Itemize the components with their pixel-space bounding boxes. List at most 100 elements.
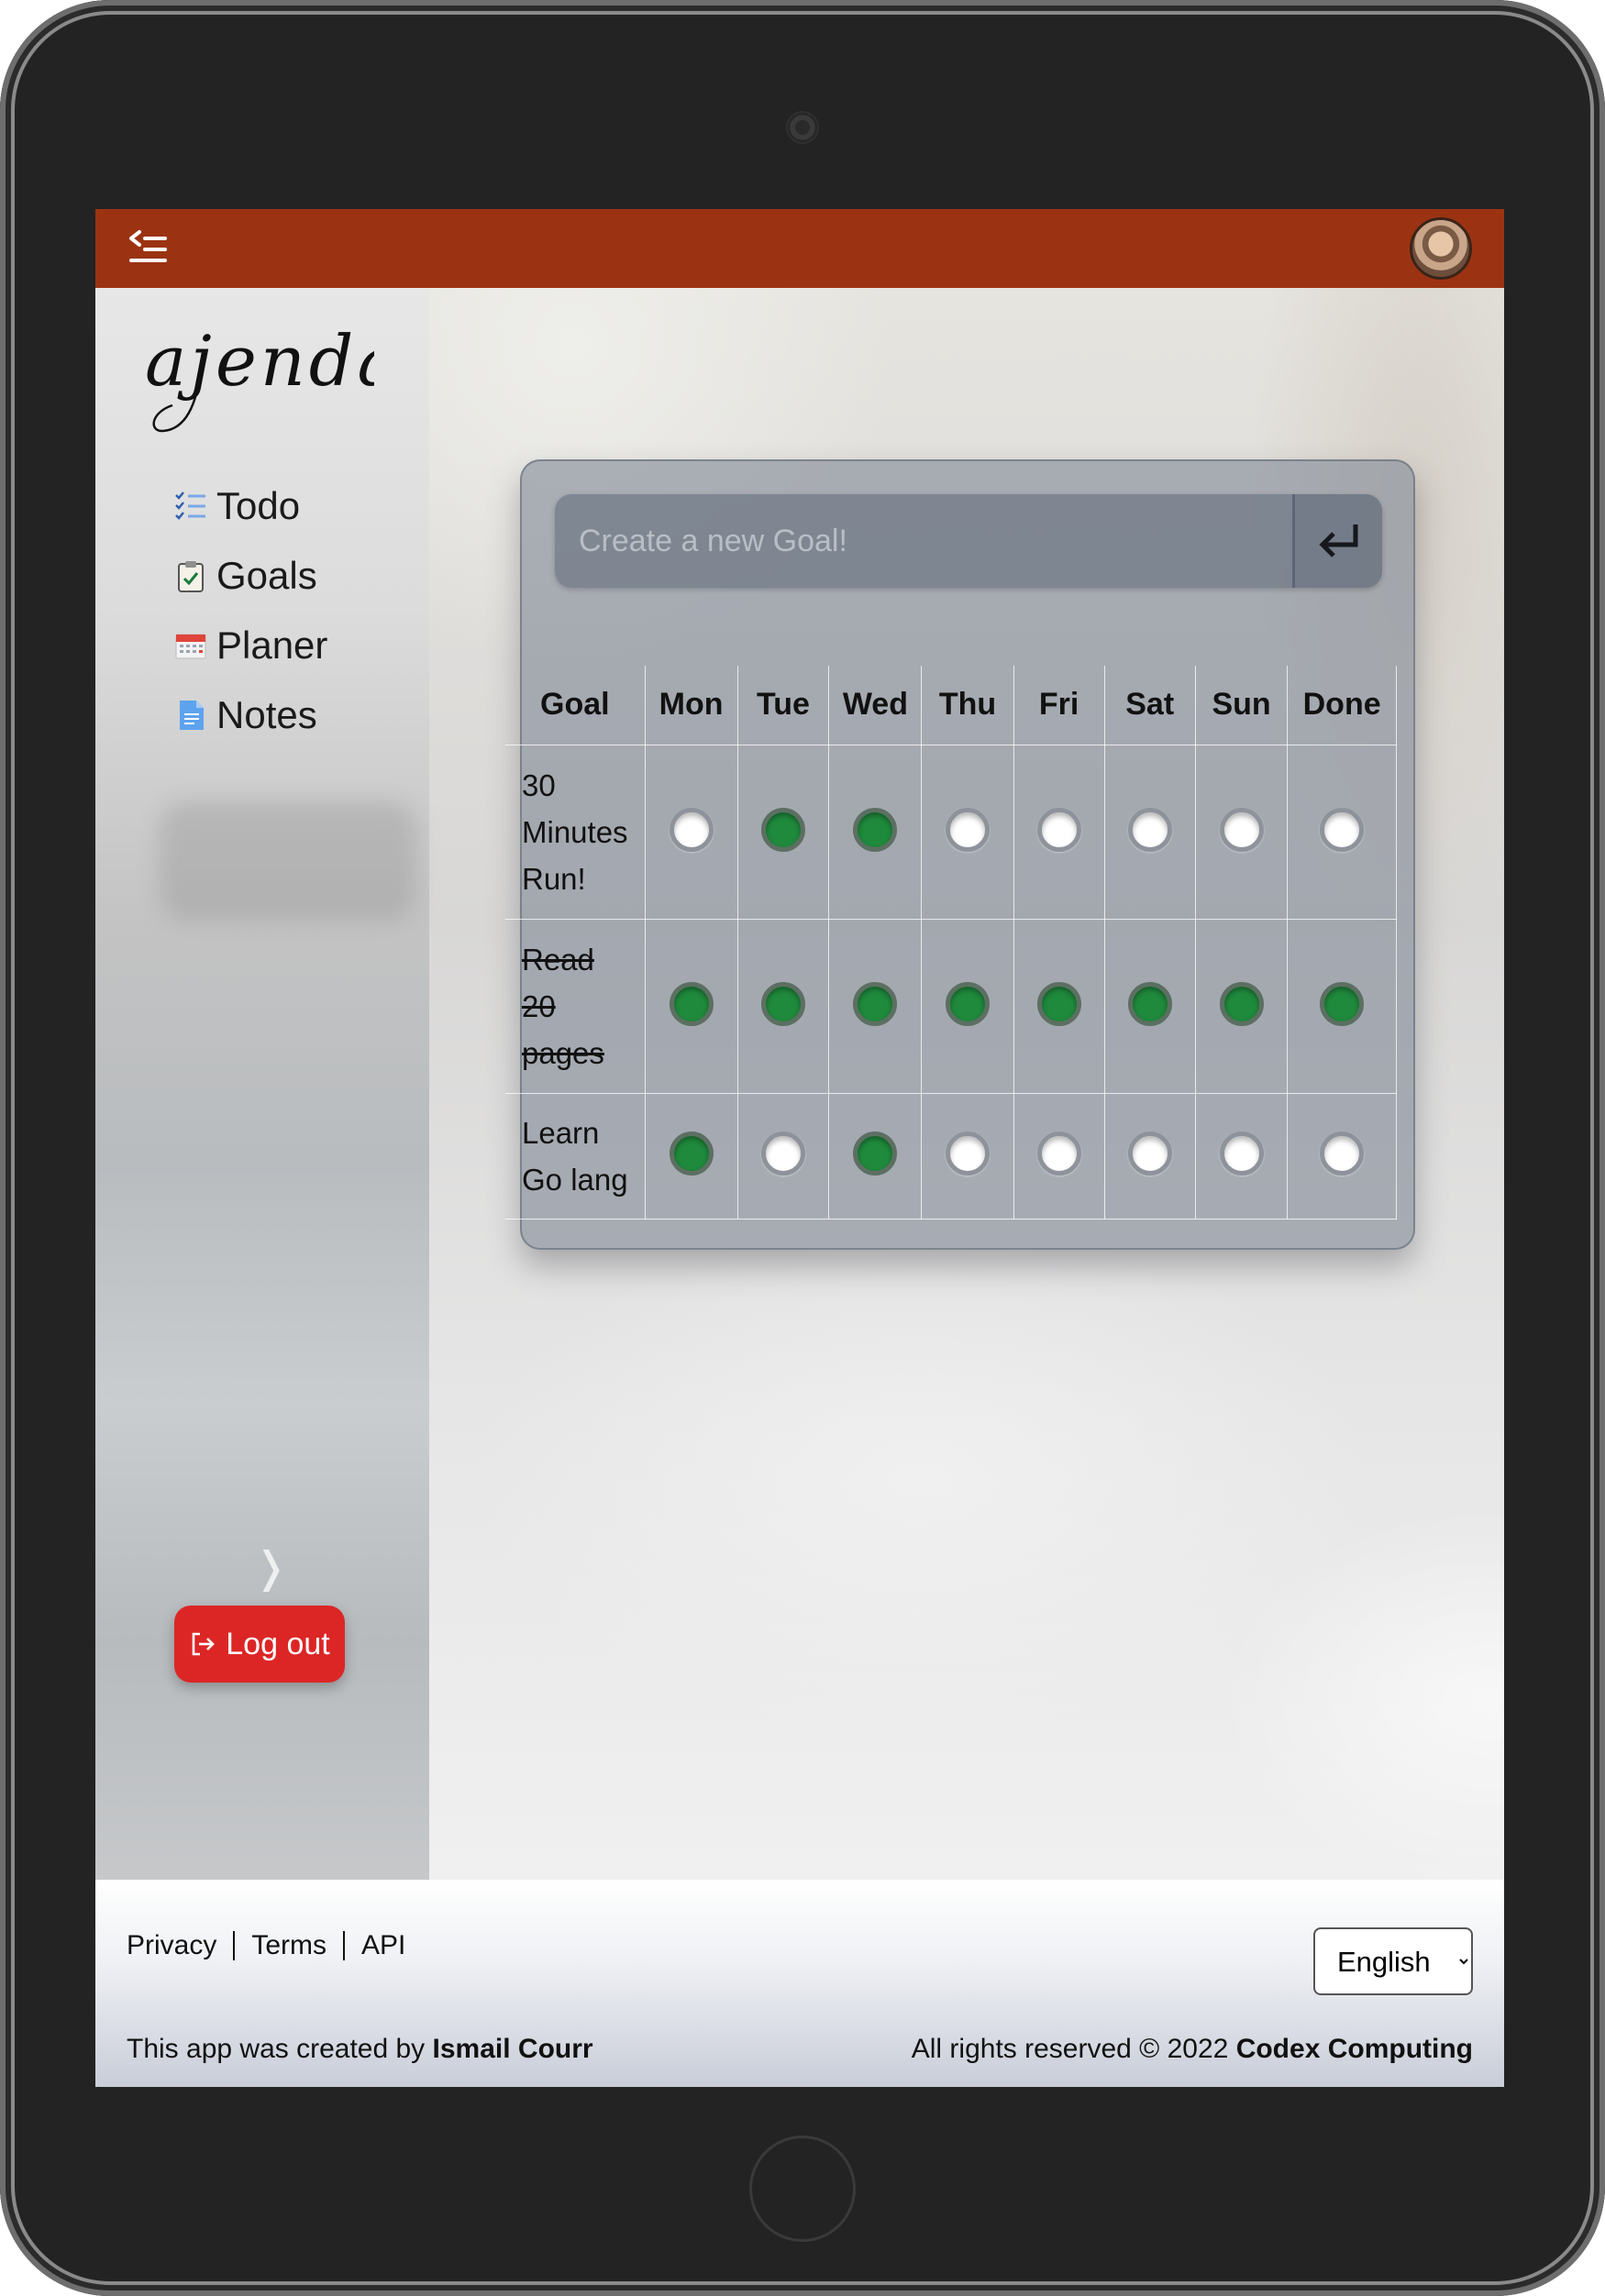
new-goal-form: [555, 494, 1382, 588]
goal-name: Learn Go lang: [505, 1092, 646, 1220]
screen: ajenda: [95, 209, 1504, 2087]
day-cell: [736, 918, 830, 1094]
goal-name-line: Minutes: [522, 814, 628, 849]
day-checkbox[interactable]: [760, 981, 805, 1026]
calendar-icon: [174, 629, 207, 662]
checklist-icon: [174, 490, 207, 523]
footer: Privacy Terms API English This app was c…: [95, 1880, 1504, 2087]
clipboard-check-icon: [174, 559, 207, 592]
home-button[interactable]: [749, 2136, 856, 2242]
column-header: Fri: [1013, 666, 1105, 745]
day-checkbox[interactable]: [669, 1131, 714, 1176]
day-cell: [1013, 918, 1105, 1094]
submit-goal-button[interactable]: [1292, 494, 1382, 588]
credit-author: Ismail Courr: [432, 2034, 593, 2064]
goal-name-line: Run!: [522, 861, 586, 896]
day-checkbox[interactable]: [669, 981, 714, 1026]
day-checkbox[interactable]: [1127, 1131, 1172, 1176]
top-bar: [95, 209, 1504, 288]
day-checkbox[interactable]: [1219, 981, 1264, 1026]
column-header: Wed: [828, 666, 923, 745]
day-checkbox[interactable]: [946, 1131, 991, 1176]
day-cell: [1103, 1092, 1196, 1220]
done-checkbox[interactable]: [1320, 1131, 1365, 1176]
day-cell: [736, 744, 830, 920]
done-cell: [1287, 1092, 1397, 1220]
day-cell: [644, 918, 738, 1094]
day-checkbox[interactable]: [1127, 981, 1172, 1026]
done-cell: [1287, 744, 1397, 920]
day-checkbox[interactable]: [853, 1131, 898, 1176]
done-checkbox[interactable]: [1320, 981, 1365, 1026]
day-checkbox[interactable]: [1219, 807, 1264, 852]
goals-card: Goal Mon Tue Wed Thu Fri Sat Sun Done 30…: [505, 459, 1415, 1250]
user-avatar[interactable]: [1410, 217, 1472, 280]
day-checkbox[interactable]: [946, 807, 991, 852]
tablet-frame: ajenda: [0, 0, 1605, 2296]
day-cell: [1194, 918, 1289, 1094]
goal-name-line: Learn: [522, 1115, 600, 1150]
day-checkbox[interactable]: [1127, 807, 1172, 852]
credit-prefix: This app was created by: [127, 2034, 433, 2064]
sidebar-item-planer[interactable]: Planer: [174, 611, 327, 680]
day-checkbox[interactable]: [853, 981, 898, 1026]
table-row: Read 20 pages: [505, 918, 1397, 1094]
sidebar-item-goals[interactable]: Goals: [174, 541, 327, 611]
column-header: Sun: [1194, 666, 1289, 745]
day-checkbox[interactable]: [760, 807, 805, 852]
sidebar-item-label: Notes: [216, 693, 317, 736]
done-checkbox[interactable]: [1320, 807, 1365, 852]
privacy-link[interactable]: Privacy: [127, 1931, 233, 1960]
table-row: 30 Minutes Run!: [505, 744, 1397, 920]
day-cell: [828, 918, 923, 1094]
enter-return-icon: [1318, 524, 1357, 557]
goal-name-line: Go lang: [522, 1162, 628, 1197]
language-select[interactable]: English: [1313, 1927, 1473, 1995]
day-cell: [1194, 1092, 1289, 1220]
menu-collapse-icon[interactable]: [127, 227, 171, 270]
logout-icon: [192, 1632, 216, 1656]
sidebar-item-notes[interactable]: Notes: [174, 680, 327, 750]
main-content: ajenda: [95, 288, 1504, 1880]
app-logo: ajenda: [136, 320, 399, 449]
footer-links: Privacy Terms API: [127, 1931, 422, 1960]
day-checkbox[interactable]: [1036, 1131, 1081, 1176]
day-checkbox[interactable]: [1036, 981, 1081, 1026]
day-checkbox[interactable]: [760, 1131, 805, 1176]
goal-name-line: 30: [522, 767, 556, 802]
goal-name: 30 Minutes Run!: [505, 744, 646, 920]
day-cell: [1013, 1092, 1105, 1220]
chevron-right-icon[interactable]: ❭: [253, 1542, 289, 1592]
sidebar-item-todo[interactable]: Todo: [174, 471, 327, 541]
new-goal-input[interactable]: [555, 494, 1292, 588]
day-checkbox[interactable]: [946, 981, 991, 1026]
sidebar-item-label: Goals: [216, 554, 317, 597]
camera-icon: [788, 113, 817, 142]
logo-text: ajenda: [145, 321, 374, 402]
document-icon: [174, 699, 207, 732]
goals-table: Goal Mon Tue Wed Thu Fri Sat Sun Done 30…: [505, 666, 1397, 1220]
day-cell: [921, 918, 1014, 1094]
sidebar-nav: Todo Goals Planer Notes: [174, 471, 327, 750]
day-cell: [828, 744, 923, 920]
day-cell: [921, 744, 1014, 920]
column-header: Goal: [505, 666, 646, 745]
sidebar-item-label: Planer: [216, 624, 328, 667]
day-checkbox[interactable]: [1219, 1131, 1264, 1176]
rights-prefix: All rights reserved © 2022: [911, 2034, 1236, 2064]
day-cell: [736, 1092, 830, 1220]
terms-link[interactable]: Terms: [233, 1931, 343, 1960]
api-link[interactable]: API: [343, 1931, 422, 1960]
copyright-notice: All rights reserved © 2022 Codex Computi…: [912, 2034, 1473, 2065]
goal-name: Read 20 pages: [505, 918, 646, 1094]
sidebar: ajenda: [95, 288, 429, 1880]
day-cell: [828, 1092, 923, 1220]
logout-button[interactable]: Log out: [174, 1606, 345, 1683]
day-cell: [1103, 744, 1196, 920]
day-cell: [1194, 744, 1289, 920]
day-checkbox[interactable]: [669, 807, 714, 852]
table-header-row: Goal Mon Tue Wed Thu Fri Sat Sun Done: [505, 666, 1397, 745]
day-checkbox[interactable]: [1036, 807, 1081, 852]
table-row: Learn Go lang: [505, 1092, 1397, 1220]
day-checkbox[interactable]: [853, 807, 898, 852]
